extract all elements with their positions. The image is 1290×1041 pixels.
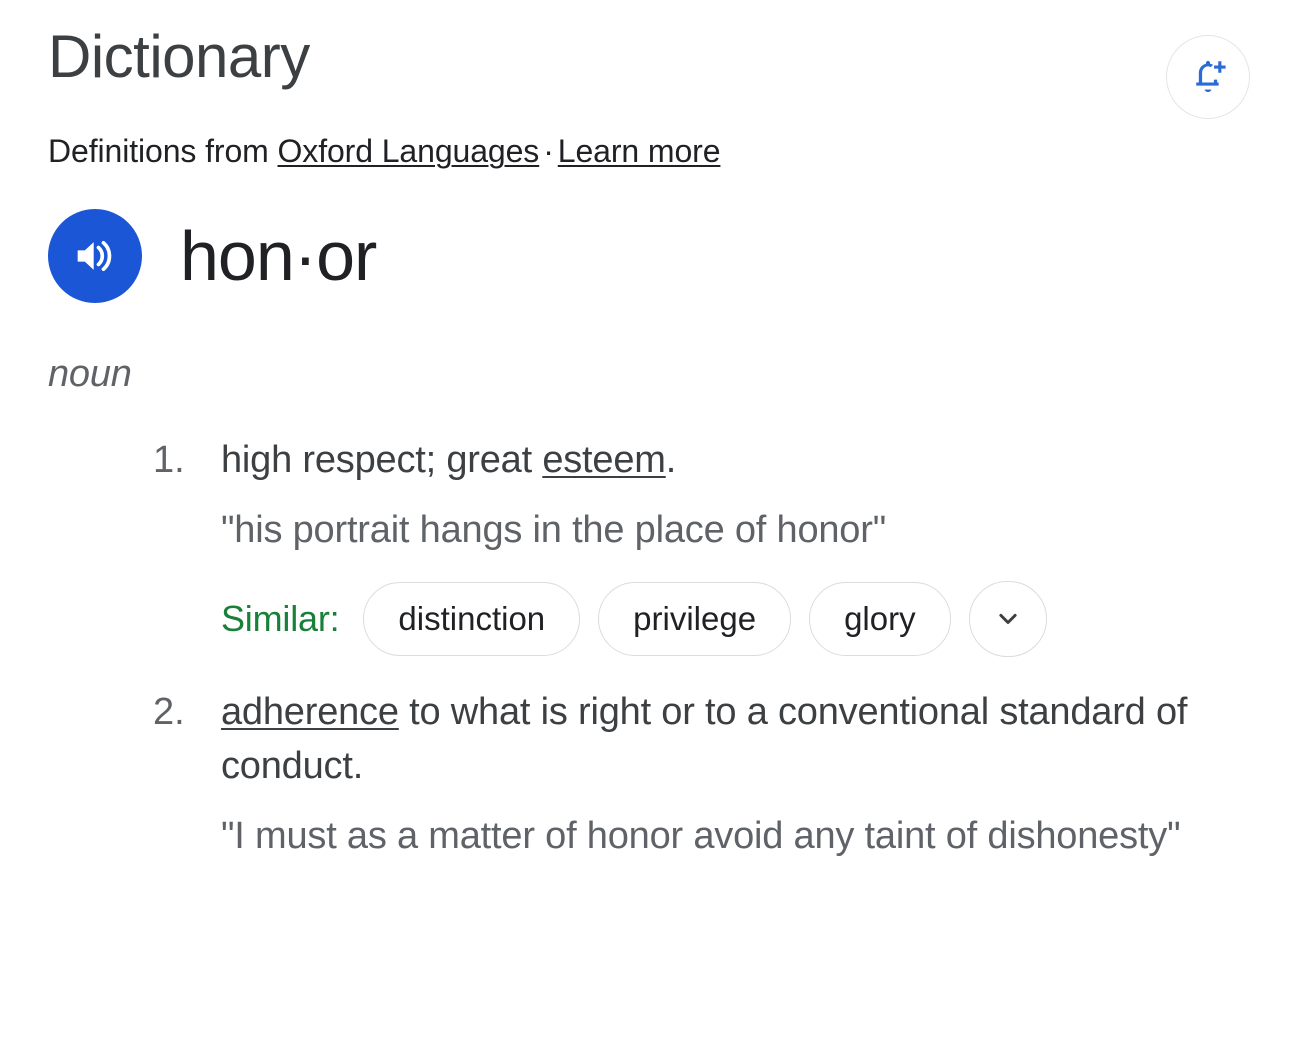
similar-label: Similar: xyxy=(221,598,340,639)
definition-item: 2. adherence to what is right or to a co… xyxy=(48,685,1242,863)
source-prefix: Definitions from xyxy=(48,133,278,169)
add-alert-button[interactable] xyxy=(1166,35,1250,119)
similar-chip-glory[interactable]: glory xyxy=(809,582,951,656)
header: Dictionary xyxy=(48,0,1250,119)
definition-link-adherence[interactable]: adherence xyxy=(221,691,399,733)
definition-example: "I must as a matter of honor avoid any t… xyxy=(221,815,1181,857)
part-of-speech: noun xyxy=(48,353,132,395)
source-separator: · xyxy=(543,133,554,169)
similar-chip-distinction[interactable]: distinction xyxy=(363,582,581,656)
definition-link-esteem[interactable]: esteem xyxy=(542,439,666,481)
definition-text: high respect; great esteem. xyxy=(221,433,1242,487)
definition-example: "his portrait hangs in the place of hono… xyxy=(221,509,886,551)
definition-number: 1. xyxy=(153,439,185,481)
headword-row: hon·or xyxy=(48,209,1242,303)
oxford-languages-link[interactable]: Oxford Languages xyxy=(278,133,540,169)
expand-similar-button[interactable] xyxy=(968,581,1047,657)
definition-number: 2. xyxy=(153,691,185,733)
learn-more-link[interactable]: Learn more xyxy=(558,133,721,169)
similar-words-row: Similar: distinction privilege glory xyxy=(221,581,1242,657)
definition-text-before: high respect; great xyxy=(221,439,543,481)
source-attribution: Definitions from Oxford Languages · Learn … xyxy=(48,131,1242,171)
dictionary-panel: Dictionary Definitions from Oxford Langu… xyxy=(0,0,1290,1041)
definition-text: adherence to what is right or to a conve… xyxy=(221,685,1242,793)
pronounce-button[interactable] xyxy=(48,209,142,303)
page-title: Dictionary xyxy=(48,23,310,90)
add-alert-bell-icon xyxy=(1186,55,1230,99)
definitions-list: 1. high respect; great esteem. "his port… xyxy=(48,433,1242,863)
definition-item: 1. high respect; great esteem. "his port… xyxy=(48,433,1242,657)
speaker-volume-icon xyxy=(69,230,121,282)
definition-text-after: . xyxy=(665,439,677,481)
headword: hon·or xyxy=(180,217,377,295)
chevron-down-icon xyxy=(993,604,1023,634)
similar-chip-privilege[interactable]: privilege xyxy=(598,582,792,656)
